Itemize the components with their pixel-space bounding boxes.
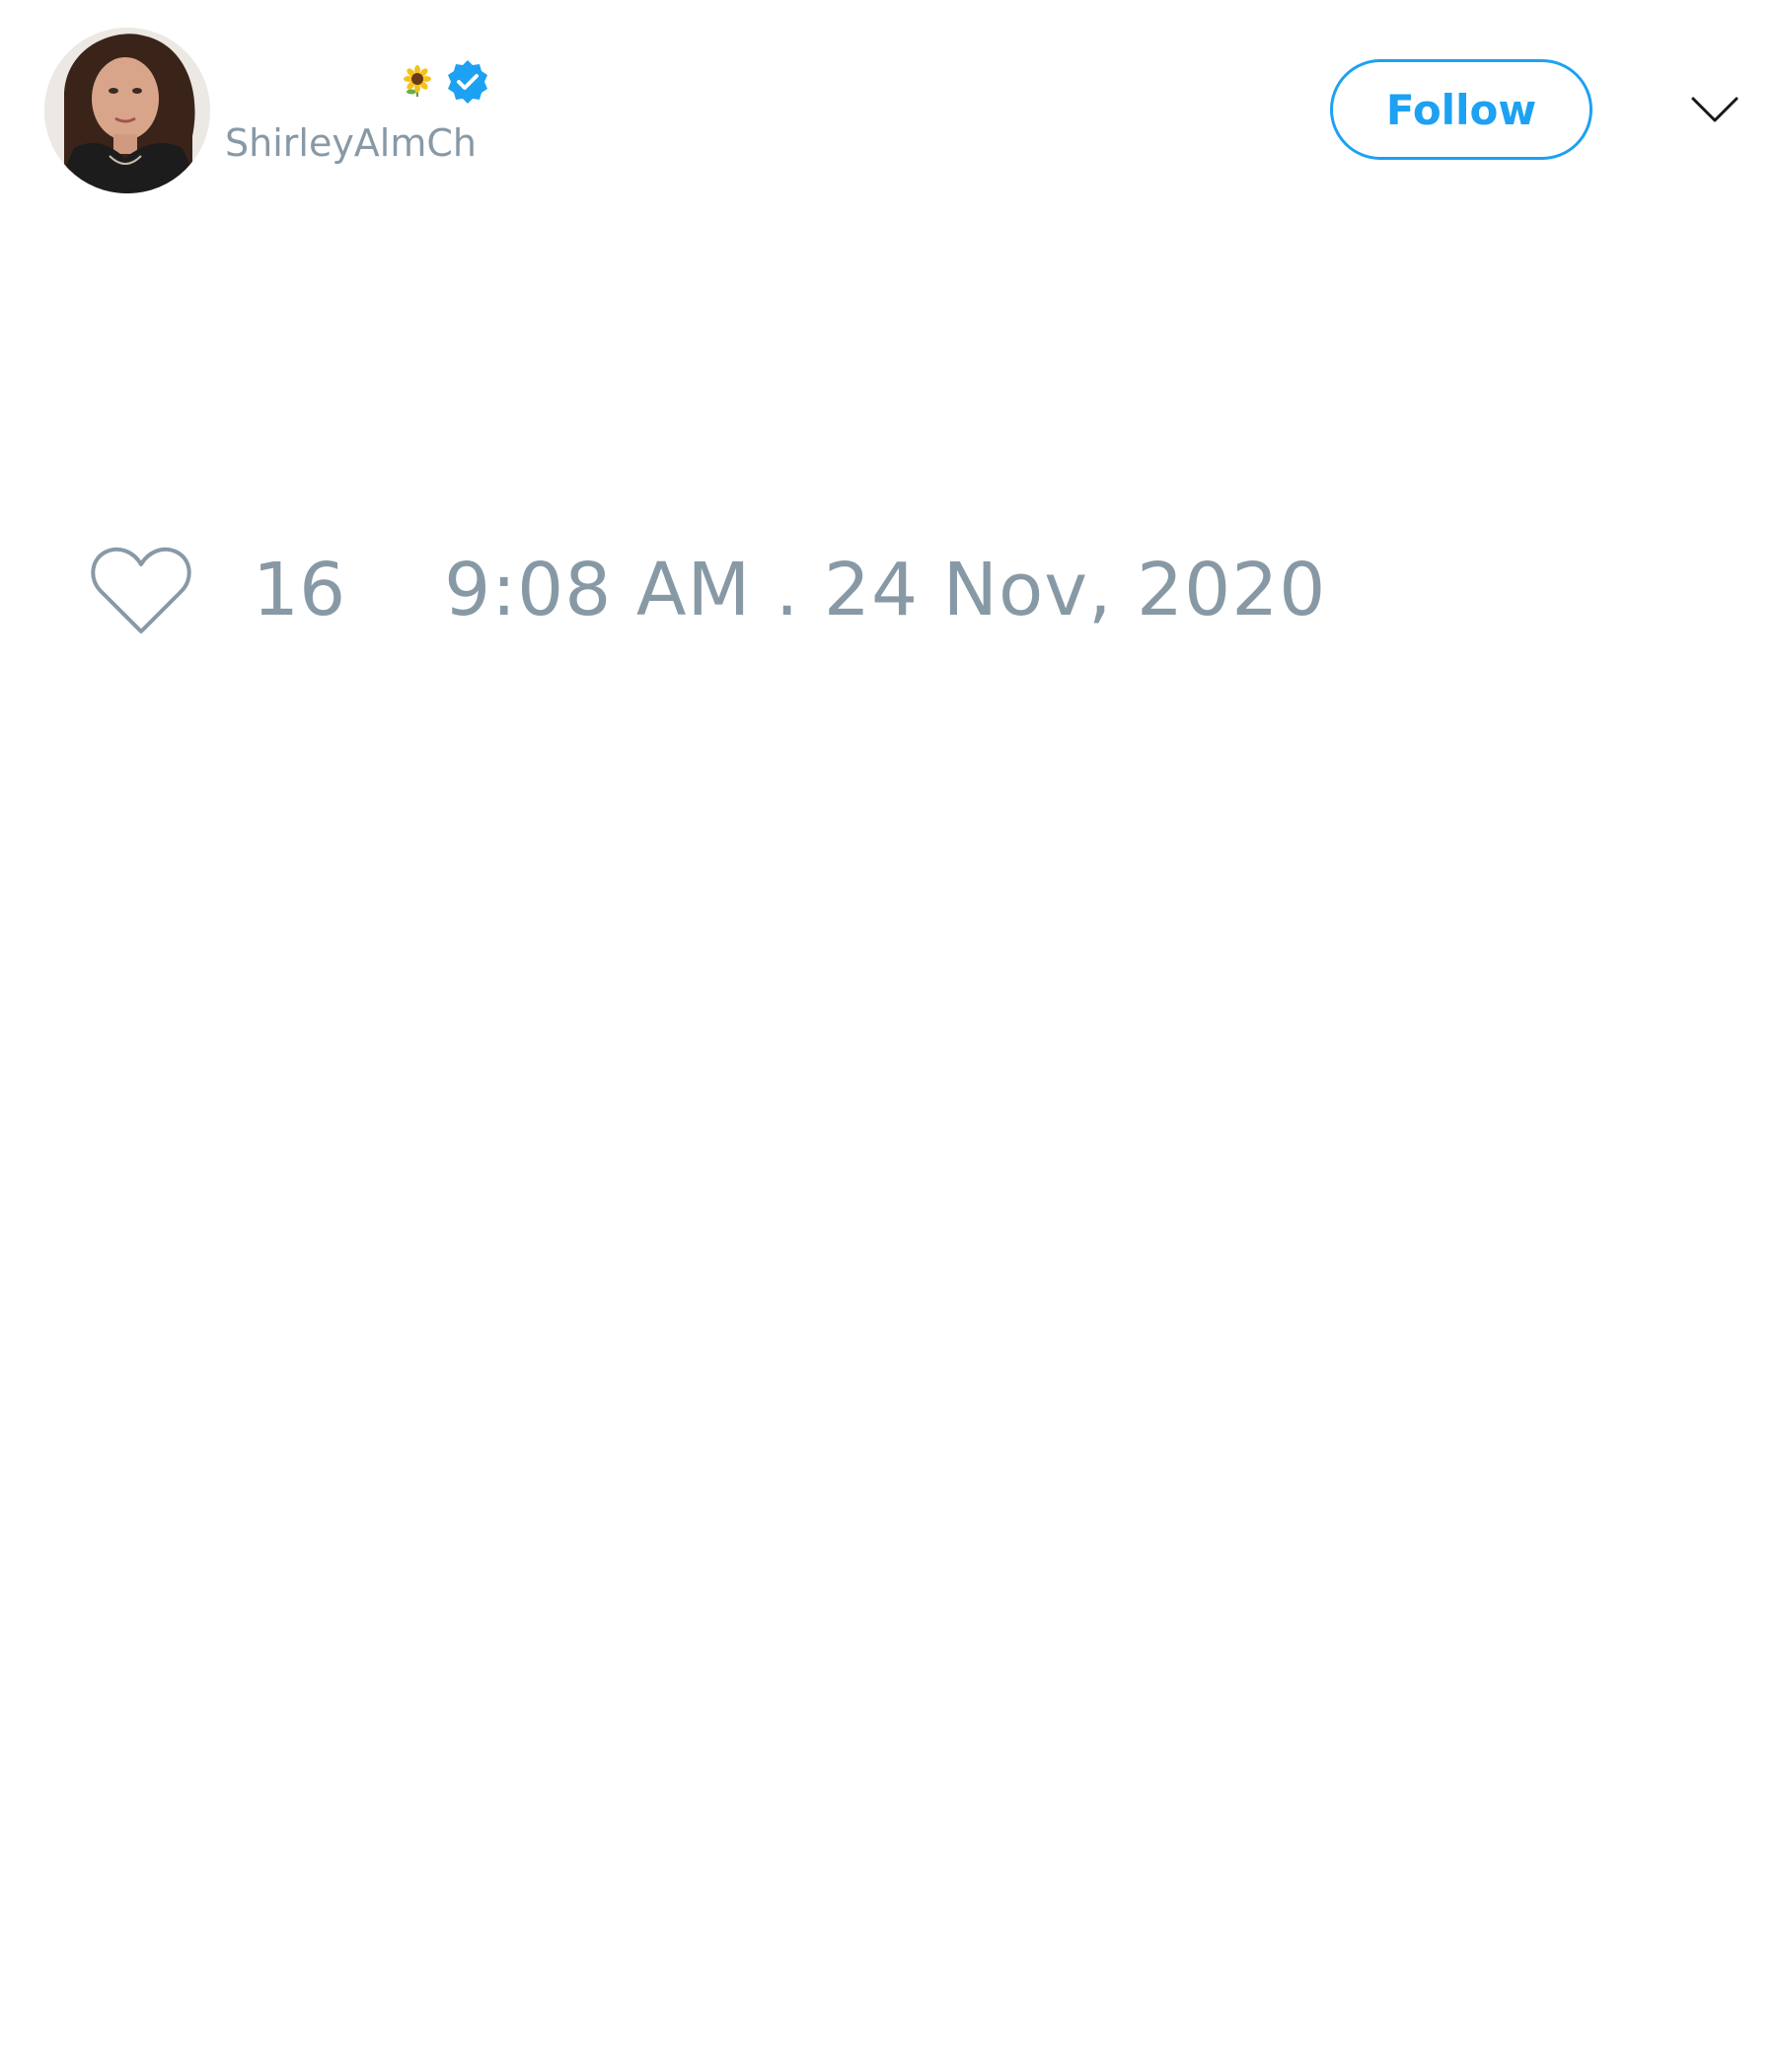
author-handle[interactable]: ShirleyAlmCh (225, 124, 477, 162)
avatar[interactable] (44, 28, 210, 193)
chevron-down-icon (1691, 97, 1739, 122)
like-button[interactable] (89, 543, 193, 637)
avatar-photo (44, 28, 210, 193)
more-options-button[interactable] (1689, 89, 1740, 128)
follow-button[interactable]: Follow (1330, 59, 1592, 160)
tweet-footer: 16 9:08 AM . 24 Nov, 2020 (89, 541, 1326, 639)
like-count: 16 (253, 548, 346, 632)
author-name-row[interactable] (223, 57, 491, 107)
heart-outline-icon (91, 547, 191, 633)
tweet-timestamp[interactable]: 9:08 AM . 24 Nov, 2020 (444, 554, 1326, 627)
tweet-card: ShirleyAlmCh Follow 16 9:08 AM . 24 Nov,… (0, 0, 1776, 2072)
verified-badge-icon (444, 58, 491, 106)
sunflower-icon (401, 65, 434, 99)
